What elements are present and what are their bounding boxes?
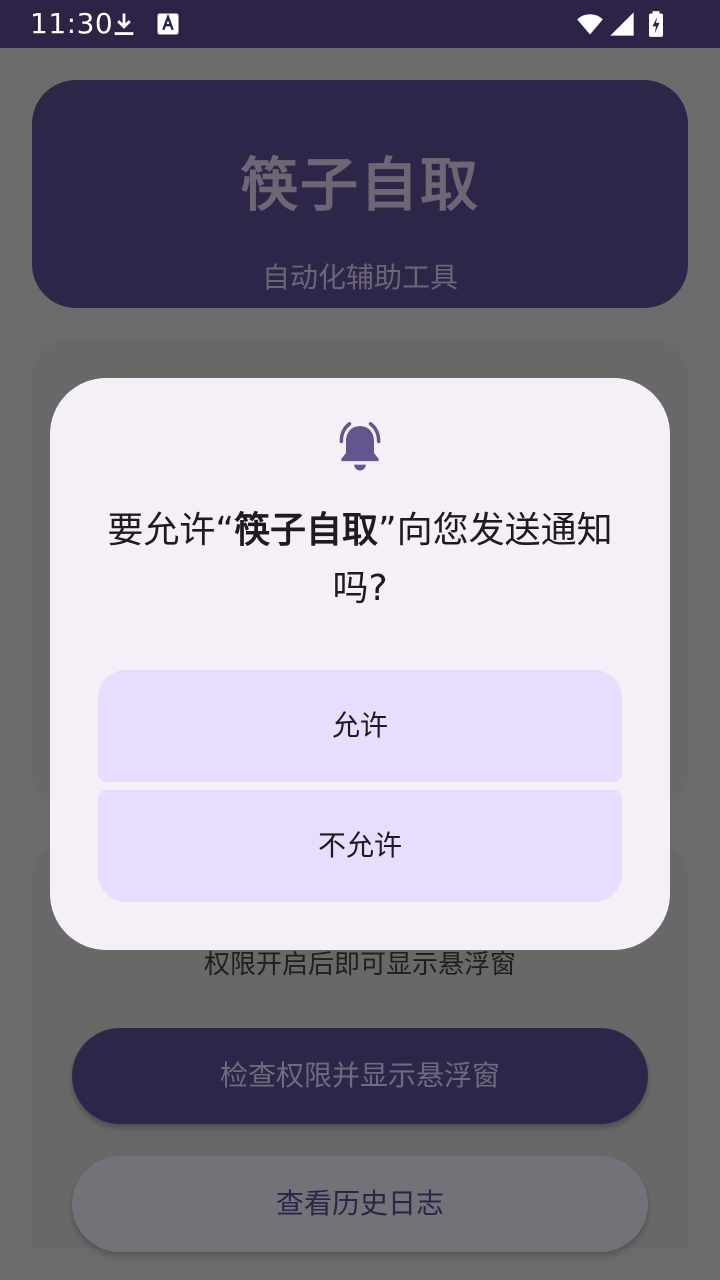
status-bar: 11:30 (0, 0, 720, 48)
notification-permission-dialog: 要允许“筷子自取”向您发送通知吗? 允许 不允许 (50, 378, 670, 950)
download-icon (114, 13, 134, 35)
notification-bell-icon (339, 422, 381, 471)
view-history-button[interactable]: 查看历史日志 (72, 1156, 648, 1252)
check-permission-button[interactable]: 检查权限并显示悬浮窗 (72, 1028, 648, 1124)
wifi-icon (577, 14, 603, 35)
battery-charging-icon (649, 11, 663, 37)
dialog-message: 要允许“筷子自取”向您发送通知吗? (98, 502, 622, 618)
text-a-icon (157, 13, 179, 35)
signal-icon (610, 12, 634, 36)
header-card: 筷子自取 自动化辅助工具 (32, 80, 688, 308)
status-time: 11:30 (30, 7, 114, 40)
dialog-app-name: 筷子自取 (233, 510, 378, 551)
allow-button[interactable]: 允许 (98, 670, 622, 782)
app-subtitle: 自动化辅助工具 (261, 261, 458, 294)
dialog-message-prefix: 要允许“ (107, 510, 234, 551)
deny-button[interactable]: 不允许 (98, 790, 622, 902)
app-title: 筷子自取 (239, 151, 480, 219)
